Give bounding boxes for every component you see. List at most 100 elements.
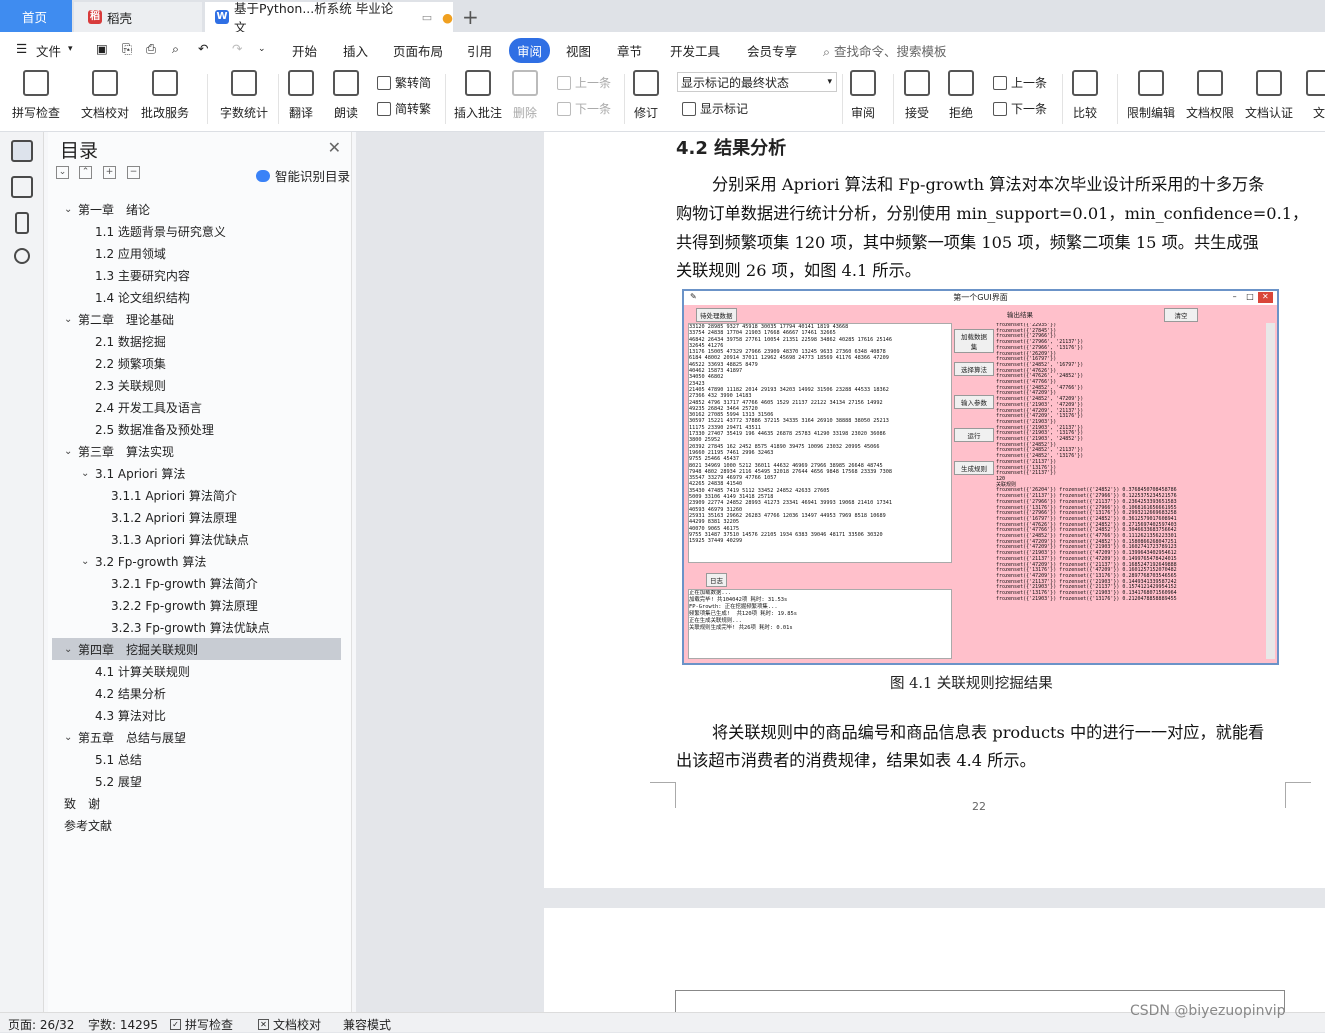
next-change-button[interactable]: 下一条 [993,100,1047,117]
chapter-nav-icon[interactable] [11,176,33,198]
chevron-down-icon[interactable]: ▾ [68,44,73,54]
doc-check-button[interactable]: 文档校对 [81,70,129,121]
close-icon[interactable]: ✕ [328,138,341,157]
toc-item[interactable]: 2.1 数据挖掘 [52,330,341,352]
compare-button[interactable]: 比较 [1072,70,1098,121]
toc-item[interactable]: ⌄ 第五章 总结与展望 [52,726,341,748]
toc-item[interactable]: 5.2 展望 [52,770,341,792]
toc-item[interactable]: 5.1 总结 [52,748,341,770]
restrict-edit-button[interactable]: 限制编辑 [1127,70,1175,121]
toc-item[interactable]: 致 谢 [52,792,341,814]
display-mode-select[interactable]: 显示标记的最终状态 ▾ [677,72,837,92]
tab-daoke[interactable]: 稻稻壳 [74,2,202,32]
search-icon[interactable] [14,248,30,264]
chevron-down-icon[interactable]: ⌄ [64,732,78,743]
prev-comment-button[interactable]: 上一条 [557,74,611,91]
show-markup-button[interactable]: 显示标记 [682,100,748,117]
toc-item[interactable]: 1.3 主要研究内容 [52,264,341,286]
toc-item[interactable]: 1.1 选题背景与研究意义 [52,220,341,242]
toc-item[interactable]: 1.4 论文组织结构 [52,286,341,308]
trad-to-simp-button[interactable]: 繁转简 [377,74,431,91]
read-aloud-button[interactable]: 朗读 [333,70,359,121]
insert-comment-button[interactable]: 插入批注 [454,70,502,121]
expand-up-icon[interactable]: ⌃ [79,166,92,179]
delete-comment-button[interactable]: 删除 [512,70,538,121]
word-count-indicator[interactable]: 字数: 14295 [88,1016,158,1033]
toc-item[interactable]: 4.3 算法对比 [52,704,341,726]
toc-item[interactable]: ⌄ 3.1 Apriori 算法 [52,462,341,484]
chevron-down-icon[interactable]: ⌄ [64,644,78,655]
menu-insert[interactable]: 插入 [343,41,368,60]
toc-item[interactable]: 参考文献 [52,814,341,836]
tab-home[interactable]: 首页 [0,0,72,32]
menu-view[interactable]: 视图 [566,41,591,60]
toc-item[interactable]: 3.1.1 Apriori 算法简介 [52,484,341,506]
more-chevron-icon[interactable]: ⌄ [258,44,266,54]
remove-item-icon[interactable]: − [127,166,140,179]
menu-vip[interactable]: 会员专享 [747,41,797,60]
new-tab-button[interactable]: + [462,2,479,32]
simp-to-trad-button[interactable]: 简转繁 [377,100,431,117]
annotate-service-button[interactable]: 批改服务 [141,70,189,121]
chevron-down-icon[interactable]: ⌄ [64,314,78,325]
toc-item[interactable]: 3.2.2 Fp-growth 算法原理 [52,594,341,616]
chevron-down-icon[interactable]: ⌄ [64,446,78,457]
toc-item[interactable]: 4.2 结果分析 [52,682,341,704]
menu-chapter[interactable]: 章节 [617,41,642,60]
collapse-all-icon[interactable]: ⌄ [56,166,69,179]
toc-item[interactable]: 2.3 关联规则 [52,374,341,396]
toc-item[interactable]: 2.2 频繁项集 [52,352,341,374]
review-pane-button[interactable]: 审阅 [850,70,876,121]
menu-layout[interactable]: 页面布局 [393,41,443,60]
tab-monitor-icon[interactable]: ▭ [422,11,432,24]
toc-item[interactable]: ⌄ 第三章 算法实现 [52,440,341,462]
doc-more-button[interactable]: 文 [1306,70,1325,121]
menu-start[interactable]: 开始 [292,41,317,60]
save-icon[interactable]: ▣ [96,41,108,56]
prev-change-button[interactable]: 上一条 [993,74,1047,91]
tab-document[interactable]: W 基于Python...析系统 毕业论文 ▭ ● [205,1,453,35]
toc-item[interactable]: 3.1.3 Apriori 算法优缺点 [52,528,341,550]
toc-item[interactable]: ⌄ 第四章 挖掘关联规则 [52,638,341,660]
bookmark-icon[interactable] [15,212,29,234]
accept-button[interactable]: 接受 [904,70,930,121]
print-icon[interactable]: ⎙ [146,41,156,57]
hamburger-icon[interactable]: ☰ [16,41,27,56]
toc-item[interactable]: 2.5 数据准备及预处理 [52,418,341,440]
toc-item[interactable]: 4.1 计算关联规则 [52,660,341,682]
revise-button[interactable]: 修订 [633,70,659,121]
toc-item[interactable]: ⌄ 3.2 Fp-growth 算法 [52,550,341,572]
doc-permission-button[interactable]: 文档权限 [1186,70,1234,121]
doc-check-toggle[interactable]: ✕ 文档校对 [258,1016,321,1033]
toc-item[interactable]: 3.2.3 Fp-growth 算法优缺点 [52,616,341,638]
outline-icon[interactable] [11,140,33,162]
toc-item[interactable]: ⌄ 第二章 理论基础 [52,308,341,330]
toc-item[interactable]: 3.2.1 Fp-growth 算法简介 [52,572,341,594]
toc-item[interactable]: 1.2 应用领域 [52,242,341,264]
add-item-icon[interactable]: + [103,166,116,179]
reject-button[interactable]: 拒绝 [948,70,974,121]
export-icon[interactable]: ⎘ [122,41,132,57]
preview-icon[interactable]: ⌕ [172,41,179,57]
menu-devtools[interactable]: 开发工具 [670,41,720,60]
next-comment-button[interactable]: 下一条 [557,100,611,117]
toc-item[interactable]: ⌄ 第一章 绪论 [52,198,341,220]
spell-check-button[interactable]: 拼写检查 [12,70,60,121]
word-count-button[interactable]: 字数统计 [220,70,268,121]
toc-item[interactable]: 3.1.2 Apriori 算法原理 [52,506,341,528]
undo-icon[interactable]: ↶ [198,41,208,56]
chevron-down-icon[interactable]: ⌄ [64,204,78,215]
doc-cert-button[interactable]: 文档认证 [1245,70,1293,121]
redo-icon[interactable]: ↷ [232,41,242,56]
toc-item[interactable]: 2.4 开发工具及语言 [52,396,341,418]
menu-references[interactable]: 引用 [467,41,492,60]
command-search[interactable]: ⌕ 查找命令、搜索模板 [823,41,947,60]
translate-button[interactable]: 翻译 [288,70,314,121]
menu-file[interactable]: 文件 [36,41,61,60]
spell-check-toggle[interactable]: ✓ 拼写检查 [170,1016,233,1033]
menu-review[interactable]: 审阅 [509,38,551,63]
chevron-down-icon[interactable]: ⌄ [81,468,95,479]
chevron-down-icon[interactable]: ⌄ [81,556,95,567]
smart-toc-button[interactable]: 智能识别目录 [256,166,350,185]
page-indicator[interactable]: 页面: 26/32 [8,1016,74,1033]
